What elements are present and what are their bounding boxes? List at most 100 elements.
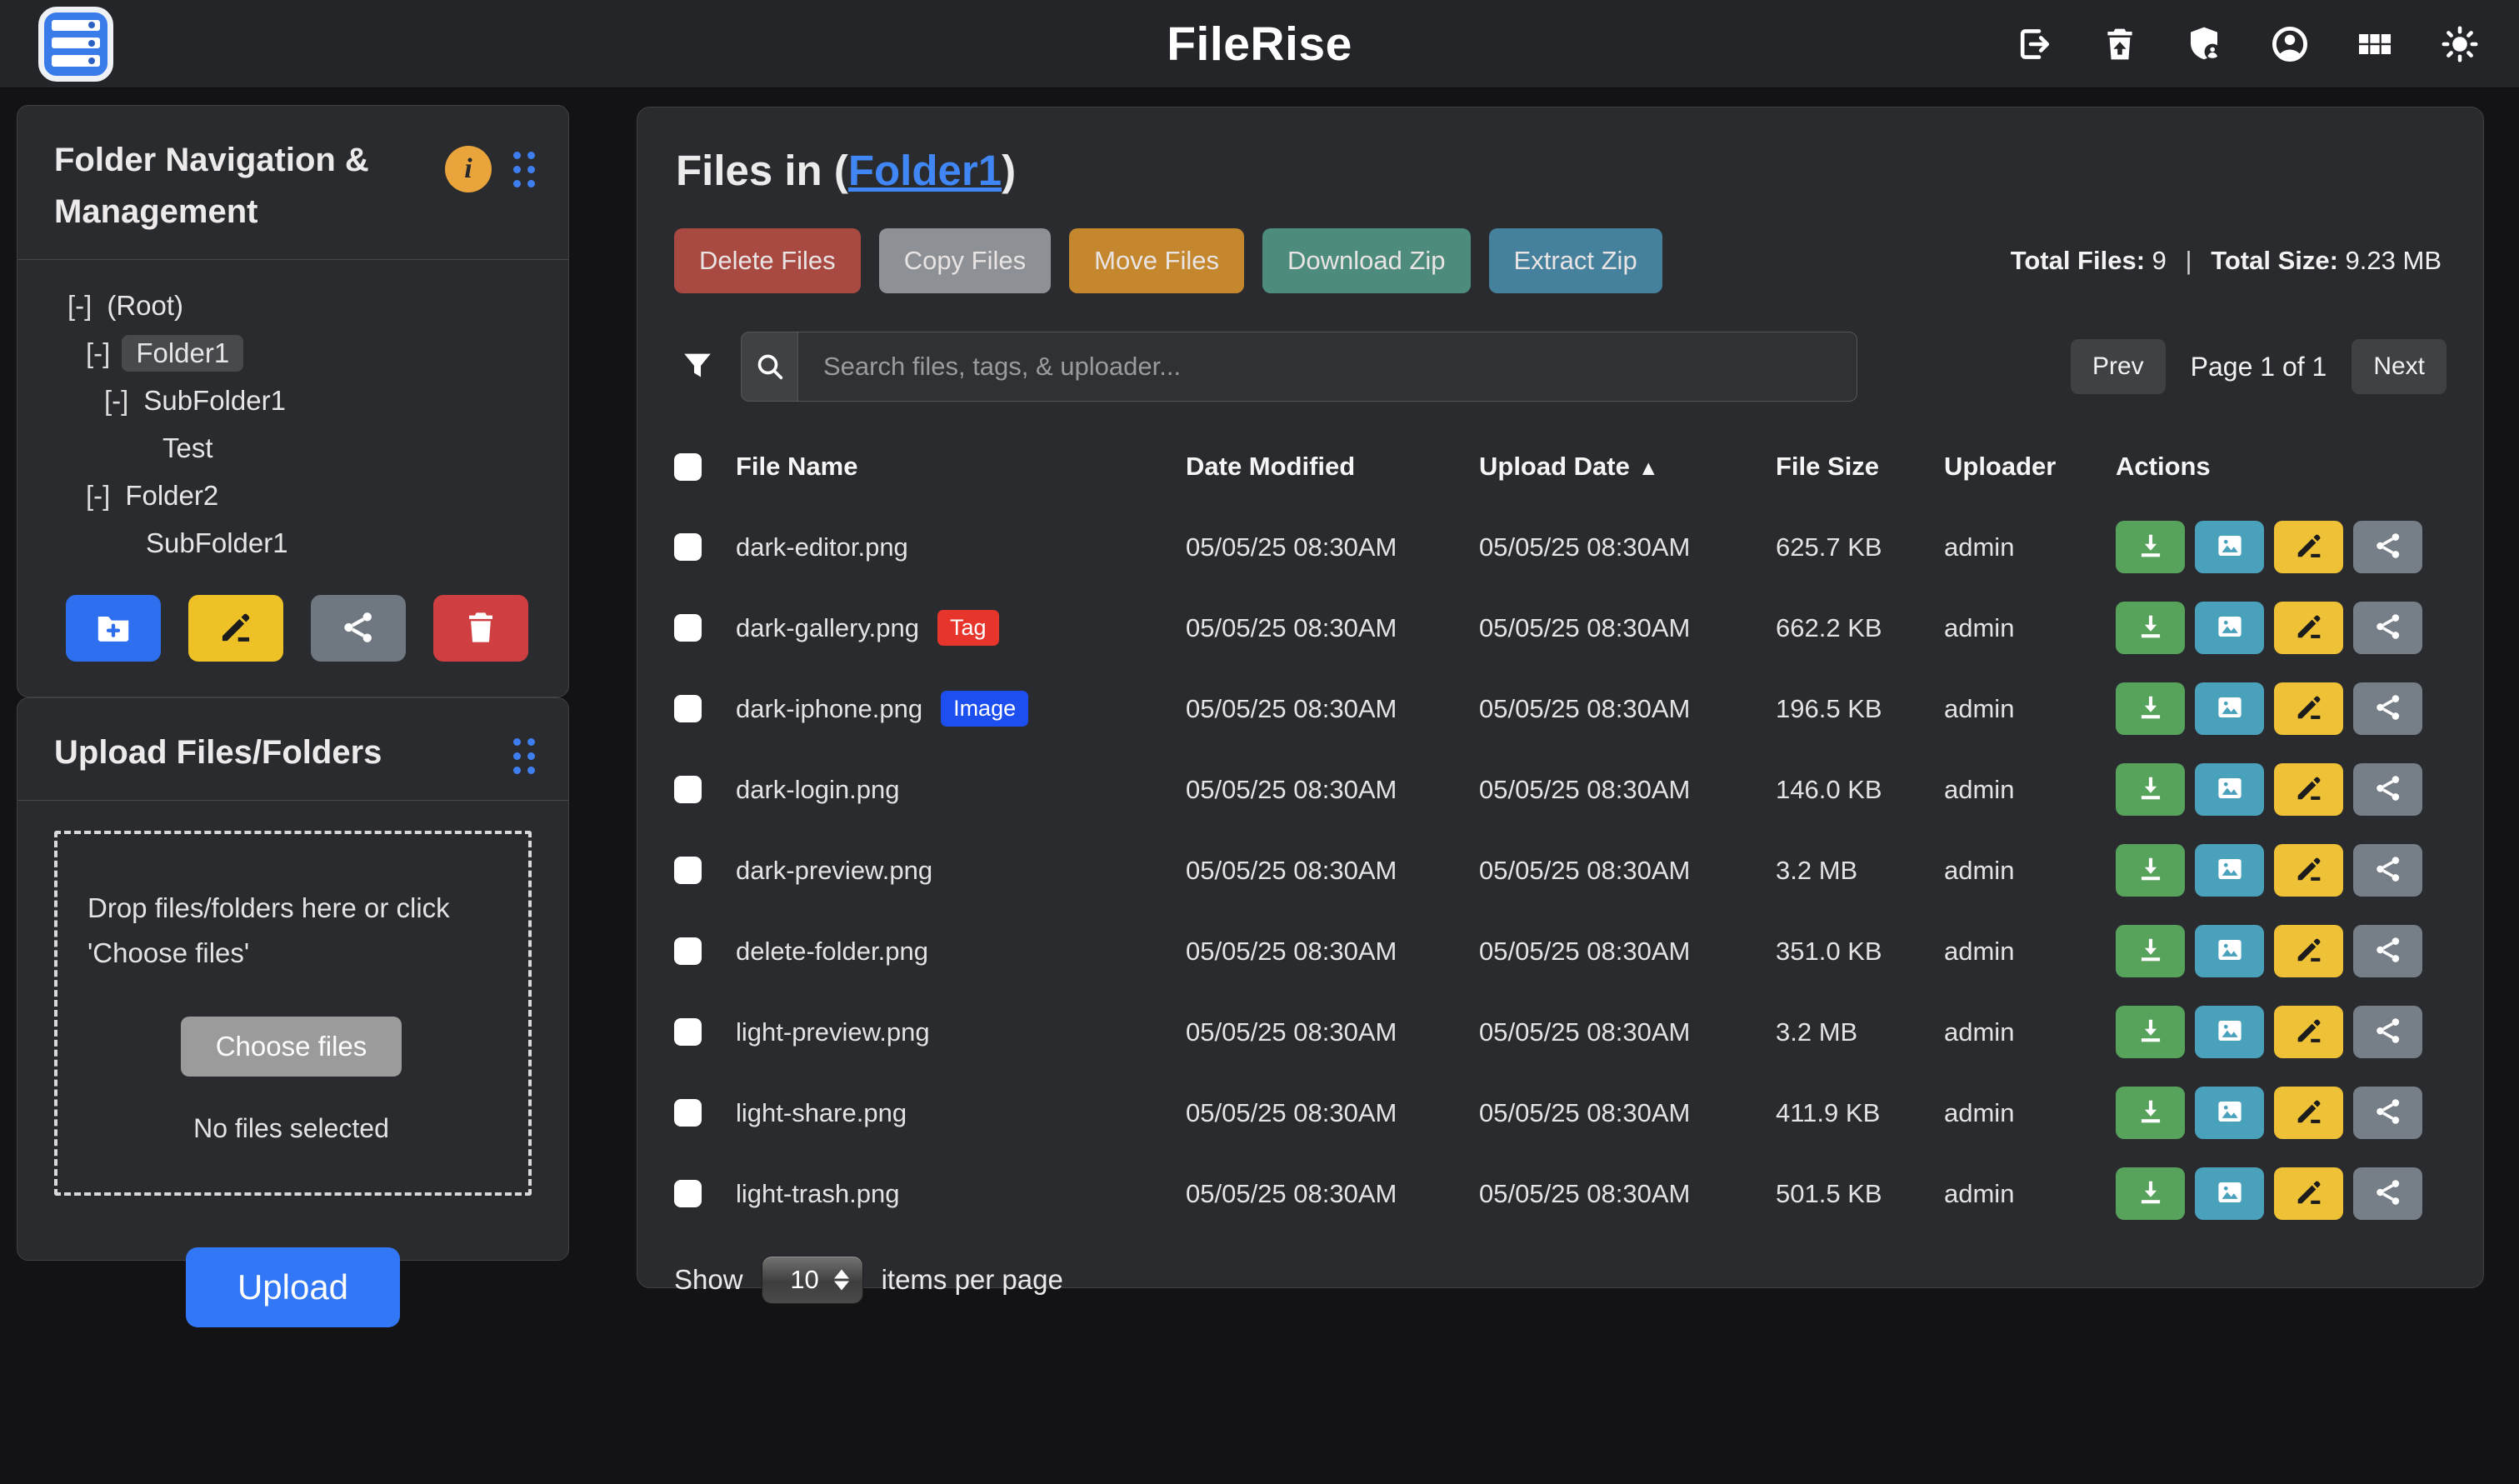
share-button[interactable] — [2353, 1167, 2422, 1220]
file-name[interactable]: light-trash.png — [736, 1179, 899, 1209]
preview-image-button[interactable] — [2195, 521, 2264, 573]
upload-date: 05/05/25 08:30AM — [1479, 1153, 1776, 1234]
rename-button[interactable] — [2274, 602, 2343, 654]
delete-files-button[interactable]: Delete Files — [674, 228, 861, 293]
tree-item-root[interactable]: [-] (Root) — [37, 282, 535, 329]
column-header-uploader[interactable]: Uploader — [1944, 437, 2116, 507]
column-header-upload-date[interactable]: Upload Date▲ — [1479, 437, 1776, 507]
share-button[interactable] — [2353, 682, 2422, 735]
rename-button[interactable] — [2274, 1167, 2343, 1220]
filter-funnel-icon[interactable] — [674, 343, 721, 390]
file-name[interactable]: delete-folder.png — [736, 937, 928, 967]
download-button[interactable] — [2116, 1006, 2185, 1058]
download-button[interactable] — [2116, 925, 2185, 977]
row-checkbox[interactable] — [674, 1018, 702, 1046]
preview-image-button[interactable] — [2195, 1006, 2264, 1058]
row-checkbox[interactable] — [674, 937, 702, 965]
tree-item-test[interactable]: Test — [37, 424, 535, 472]
share-button[interactable] — [2353, 1087, 2422, 1139]
tree-item-folder1[interactable]: [-] Folder1 — [37, 329, 535, 377]
tree-item-folder2[interactable]: [-] Folder2 — [37, 472, 535, 519]
rename-button[interactable] — [2274, 521, 2343, 573]
admin-shield-icon[interactable] — [2184, 23, 2226, 65]
current-folder-link[interactable]: Folder1 — [848, 147, 1002, 194]
next-page-button[interactable]: Next — [2352, 339, 2447, 394]
rename-button[interactable] — [2274, 1006, 2343, 1058]
download-button[interactable] — [2116, 844, 2185, 897]
file-name[interactable]: light-preview.png — [736, 1017, 930, 1047]
download-button[interactable] — [2116, 1167, 2185, 1220]
rename-folder-button[interactable] — [188, 595, 283, 662]
drag-handle-icon[interactable] — [513, 738, 535, 774]
row-checkbox[interactable] — [674, 1099, 702, 1127]
download-button[interactable] — [2116, 1087, 2185, 1139]
copy-files-button[interactable]: Copy Files — [879, 228, 1051, 293]
app-logo[interactable] — [38, 7, 113, 82]
rename-button[interactable] — [2274, 844, 2343, 897]
preview-image-button[interactable] — [2195, 682, 2264, 735]
share-button[interactable] — [2353, 763, 2422, 816]
rename-button[interactable] — [2274, 1087, 2343, 1139]
download-button[interactable] — [2116, 682, 2185, 735]
file-name[interactable]: dark-login.png — [736, 775, 899, 805]
date-modified: 05/05/25 08:30AM — [1186, 1072, 1479, 1153]
column-header-file-name[interactable]: File Name — [736, 437, 1186, 507]
search-input[interactable] — [797, 332, 1857, 402]
expander[interactable]: [-] — [86, 337, 110, 369]
theme-toggle-sun-icon[interactable] — [2439, 23, 2481, 65]
restore-trash-icon[interactable] — [2099, 23, 2141, 65]
drag-handle-icon[interactable] — [513, 152, 535, 187]
preview-image-button[interactable] — [2195, 925, 2264, 977]
preview-image-button[interactable] — [2195, 1087, 2264, 1139]
preview-image-button[interactable] — [2195, 763, 2264, 816]
row-checkbox[interactable] — [674, 695, 702, 722]
download-button[interactable] — [2116, 521, 2185, 573]
delete-folder-button[interactable] — [433, 595, 528, 662]
column-header-file-size[interactable]: File Size — [1776, 437, 1944, 507]
row-checkbox[interactable] — [674, 857, 702, 884]
rename-button[interactable] — [2274, 682, 2343, 735]
share-button[interactable] — [2353, 844, 2422, 897]
rename-button[interactable] — [2274, 925, 2343, 977]
logout-icon[interactable] — [2014, 23, 2056, 65]
share-folder-button[interactable] — [311, 595, 406, 662]
user-profile-icon[interactable] — [2269, 23, 2311, 65]
rename-button[interactable] — [2274, 763, 2343, 816]
choose-files-button[interactable]: Choose files — [181, 1017, 402, 1077]
preview-image-button[interactable] — [2195, 844, 2264, 897]
share-button[interactable] — [2353, 1006, 2422, 1058]
select-all-checkbox[interactable] — [674, 453, 702, 481]
create-folder-button[interactable] — [66, 595, 161, 662]
expander[interactable]: [-] — [86, 480, 110, 512]
info-icon[interactable]: i — [445, 146, 492, 192]
preview-image-button[interactable] — [2195, 1167, 2264, 1220]
file-name[interactable]: dark-gallery.png — [736, 613, 919, 643]
download-zip-button[interactable]: Download Zip — [1262, 228, 1471, 293]
upload-button[interactable]: Upload — [186, 1247, 400, 1327]
row-checkbox[interactable] — [674, 533, 702, 561]
expander[interactable]: [-] — [67, 290, 92, 322]
expander[interactable]: [-] — [104, 385, 128, 417]
file-name[interactable]: dark-iphone.png — [736, 694, 922, 724]
column-header-date-modified[interactable]: Date Modified — [1186, 437, 1479, 507]
items-per-page-select[interactable]: 10 — [762, 1256, 863, 1304]
tree-item-subfolder1[interactable]: [-] SubFolder1 — [37, 377, 535, 424]
row-checkbox[interactable] — [674, 614, 702, 642]
grid-view-icon[interactable] — [2354, 23, 2396, 65]
file-dropzone[interactable]: Drop files/folders here or click 'Choose… — [54, 831, 532, 1196]
prev-page-button[interactable]: Prev — [2071, 339, 2166, 394]
preview-image-button[interactable] — [2195, 602, 2264, 654]
move-files-button[interactable]: Move Files — [1069, 228, 1244, 293]
download-button[interactable] — [2116, 763, 2185, 816]
file-name[interactable]: dark-preview.png — [736, 856, 932, 886]
download-button[interactable] — [2116, 602, 2185, 654]
row-checkbox[interactable] — [674, 776, 702, 803]
share-button[interactable] — [2353, 602, 2422, 654]
file-name[interactable]: dark-editor.png — [736, 532, 908, 562]
share-button[interactable] — [2353, 521, 2422, 573]
file-name[interactable]: light-share.png — [736, 1098, 907, 1128]
row-checkbox[interactable] — [674, 1180, 702, 1207]
share-button[interactable] — [2353, 925, 2422, 977]
extract-zip-button[interactable]: Extract Zip — [1489, 228, 1662, 293]
tree-item-subfolder1-2[interactable]: SubFolder1 — [37, 519, 535, 567]
